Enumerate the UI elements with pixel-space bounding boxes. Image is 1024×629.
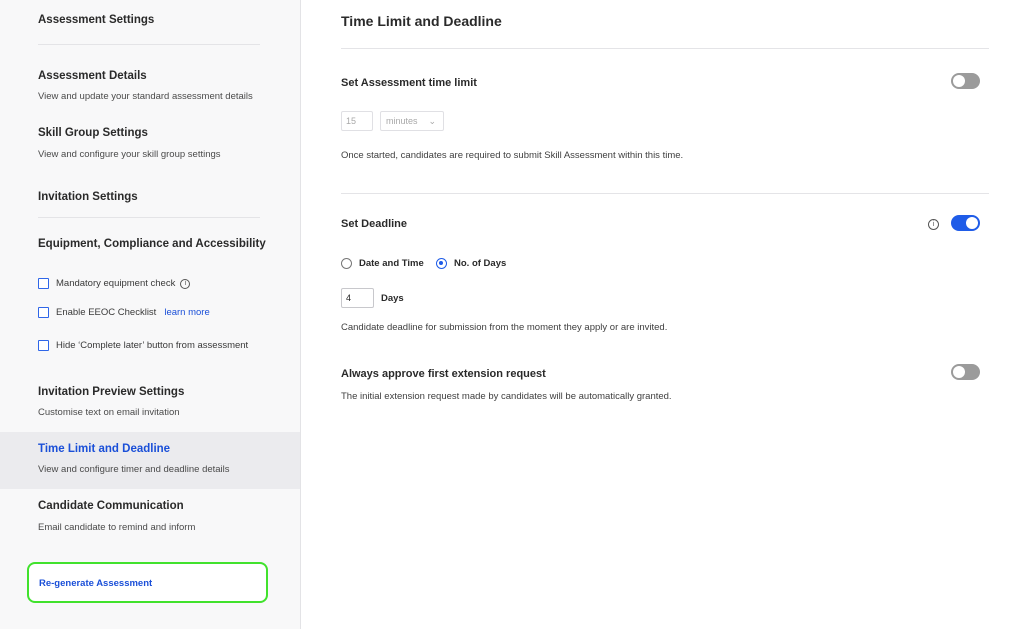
no-of-days-radio-row[interactable]: No. of Days — [436, 258, 506, 269]
mandatory-equipment-checkbox[interactable] — [38, 278, 49, 289]
days-label: Days — [381, 293, 404, 304]
extension-desc: The initial extension request made by ca… — [341, 391, 672, 402]
info-icon[interactable]: i — [928, 219, 939, 230]
no-of-days-radio[interactable] — [436, 258, 447, 269]
time-limit-value-input[interactable]: 15 — [341, 111, 373, 131]
radio-label: Date and Time — [359, 258, 424, 269]
page-title: Time Limit and Deadline — [341, 13, 502, 29]
hide-complete-later-row[interactable]: Hide ‘Complete later’ button from assess… — [38, 340, 248, 351]
regenerate-assessment-label: Re-generate Assessment — [39, 578, 153, 589]
sidebar-item-title: Skill Group Settings — [38, 127, 148, 139]
sidebar-item-title: Equipment, Compliance and Accessibility — [38, 238, 266, 250]
settings-sidebar: Assessment Settings Assessment Details V… — [0, 0, 301, 629]
checkbox-label: Enable EEOC Checklist — [56, 307, 157, 318]
deadline-title: Set Deadline — [341, 218, 408, 230]
deadline-desc: Candidate deadline for submission from t… — [341, 322, 668, 333]
eeoc-checklist-checkbox[interactable] — [38, 307, 49, 318]
title-divider — [341, 48, 989, 49]
eeoc-checklist-row[interactable]: Enable EEOC Checklist learn more — [38, 307, 210, 318]
sidebar-item-desc: Email candidate to remind and inform — [38, 522, 196, 533]
time-limit-title: Set Assessment time limit — [341, 77, 477, 89]
sidebar-header: Assessment Settings — [38, 14, 155, 26]
toggle-knob — [953, 366, 965, 378]
sidebar-item-title: Assessment Details — [38, 70, 147, 82]
sidebar-item-title: Invitation Preview Settings — [38, 386, 185, 398]
radio-label: No. of Days — [454, 258, 507, 269]
sidebar-item-title: Invitation Settings — [38, 191, 138, 203]
regenerate-assessment-button[interactable]: Re-generate Assessment — [27, 562, 268, 603]
time-limit-unit-select[interactable]: minutes ⌄ — [380, 111, 444, 131]
sidebar-divider — [38, 44, 260, 45]
sidebar-item-desc: View and update your standard assessment… — [38, 91, 253, 102]
sidebar-item-title: Candidate Communication — [38, 500, 184, 512]
hide-complete-later-checkbox[interactable] — [38, 340, 49, 351]
date-and-time-radio-row[interactable]: Date and Time — [341, 258, 424, 269]
section-divider — [341, 193, 989, 194]
checkbox-label: Mandatory equipment check — [56, 278, 176, 289]
toggle-knob — [953, 75, 965, 87]
time-limit-unit-value: minutes — [386, 116, 418, 126]
deadline-toggle[interactable] — [951, 215, 980, 231]
extension-toggle[interactable] — [951, 364, 980, 380]
info-icon[interactable]: i — [180, 278, 191, 289]
sidebar-item-time-limit-deadline[interactable]: Time Limit and Deadline View and configu… — [0, 432, 300, 489]
sidebar-item-desc: View and configure timer and deadline de… — [38, 464, 230, 475]
checkbox-label: Hide ‘Complete later’ button from assess… — [56, 340, 249, 351]
extension-title: Always approve first extension request — [341, 368, 546, 380]
toggle-knob — [966, 217, 978, 229]
days-input[interactable]: 4 — [341, 288, 374, 308]
time-limit-desc: Once started, candidates are required to… — [341, 150, 684, 161]
sidebar-item-desc: Customise text on email invitation — [38, 407, 180, 418]
time-limit-toggle[interactable] — [951, 73, 980, 89]
sidebar-item-title: Time Limit and Deadline — [38, 443, 171, 455]
sidebar-item-desc: View and configure your skill group sett… — [38, 149, 221, 160]
mandatory-equipment-check-row[interactable]: Mandatory equipment check i — [38, 278, 191, 289]
chevron-down-icon: ⌄ — [428, 116, 436, 126]
learn-more-link[interactable]: learn more — [164, 307, 209, 318]
main-panel: Time Limit and Deadline Set Assessment t… — [301, 0, 1024, 629]
date-and-time-radio[interactable] — [341, 258, 352, 269]
sidebar-divider — [38, 217, 260, 218]
